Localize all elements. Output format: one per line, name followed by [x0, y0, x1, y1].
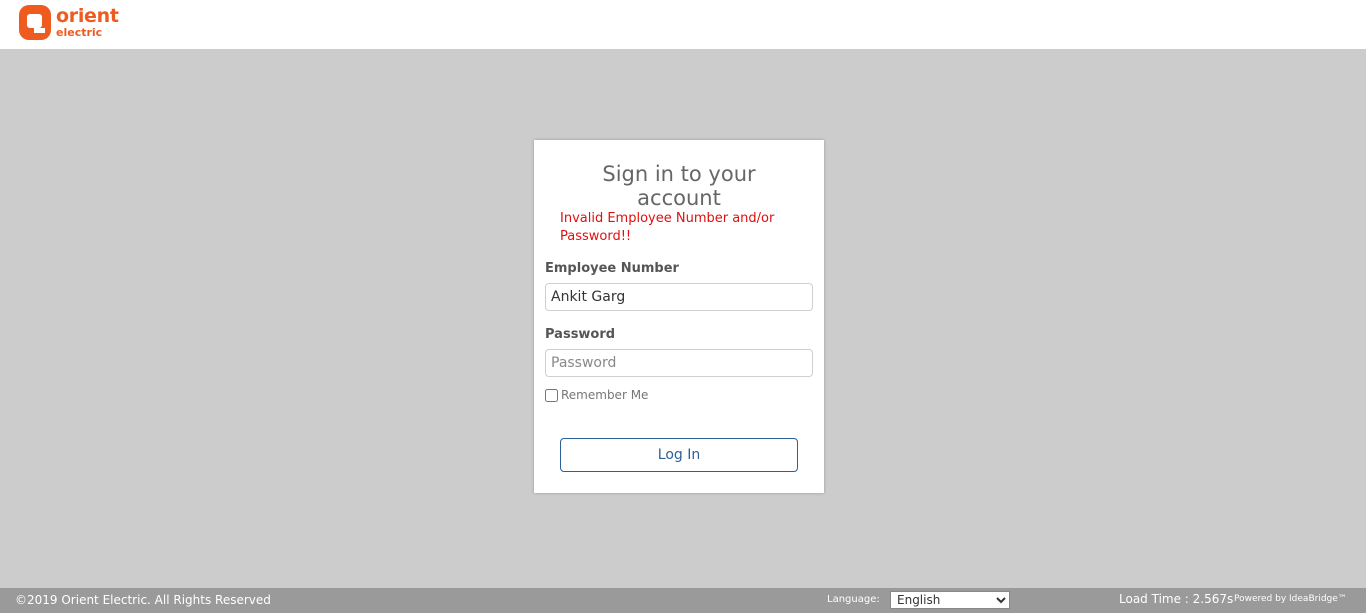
logo-word-orient: orient	[56, 5, 119, 27]
employee-number-label: Employee Number	[545, 261, 679, 276]
copyright-text: ©2019 Orient Electric. All Rights Reserv…	[15, 593, 271, 607]
remember-me[interactable]: Remember Me	[545, 388, 648, 402]
login-title: Sign in to your account	[602, 162, 756, 210]
password-input[interactable]	[545, 349, 813, 377]
password-label: Password	[545, 327, 616, 342]
login-card: Sign in to your account Invalid Employee…	[534, 140, 824, 493]
logo-wordmark: orient electric	[56, 5, 119, 39]
logo-word-electric: electric	[56, 26, 103, 39]
language-label: Language:	[827, 594, 880, 605]
login-button[interactable]: Log In	[560, 438, 798, 472]
language-select[interactable]: English	[890, 591, 1010, 609]
remember-me-checkbox[interactable]	[545, 388, 558, 402]
powered-by-text: Powered by IdeaBridge™	[1234, 594, 1347, 604]
remember-me-label: Remember Me	[561, 388, 649, 402]
orient-logo-icon	[19, 5, 51, 40]
top-header: orient electric	[0, 0, 1366, 49]
orient-electric-logo[interactable]: orient electric	[19, 5, 119, 40]
load-time-text: Load Time : 2.567s	[1119, 592, 1234, 606]
page-footer: ©2019 Orient Electric. All Rights Reserv…	[0, 588, 1366, 613]
employee-number-input[interactable]	[545, 283, 813, 311]
login-error-message: Invalid Employee Number and/or Password!…	[560, 211, 775, 244]
